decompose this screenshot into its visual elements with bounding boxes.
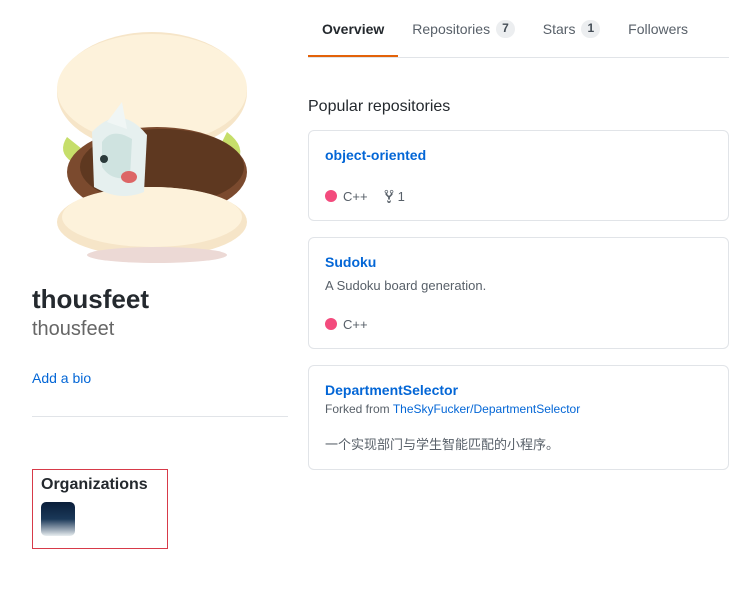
tab-overview[interactable]: Overview bbox=[308, 4, 398, 57]
repo-meta: C++ bbox=[325, 317, 712, 332]
language-dot-icon bbox=[325, 318, 337, 330]
repo-card: object-oriented C++ 1 bbox=[308, 130, 729, 221]
profile-avatar[interactable] bbox=[32, 7, 272, 267]
profile-tabs: Overview Repositories 7 Stars 1 Follower… bbox=[308, 4, 729, 58]
forks-count: 1 bbox=[398, 189, 405, 204]
popular-repos-list: object-oriented C++ 1 Sudoku A Sudoku bo… bbox=[308, 130, 729, 470]
repo-language: C++ bbox=[325, 317, 368, 332]
repo-name-link[interactable]: object-oriented bbox=[325, 147, 426, 163]
tab-stars[interactable]: Stars 1 bbox=[529, 4, 614, 57]
organizations-block: Organizations bbox=[32, 469, 168, 549]
repo-meta: C++ 1 bbox=[325, 189, 712, 204]
fork-icon bbox=[384, 189, 394, 203]
organizations-heading: Organizations bbox=[41, 476, 159, 494]
tab-label: Stars bbox=[543, 21, 576, 37]
language-label: C++ bbox=[343, 317, 368, 332]
popular-repos-heading: Popular repositories bbox=[308, 98, 729, 116]
repo-card: DepartmentSelector Forked from TheSkyFuc… bbox=[308, 365, 729, 470]
repositories-count-badge: 7 bbox=[496, 20, 515, 38]
language-label: C++ bbox=[343, 189, 368, 204]
repo-description: 一个实现部门与学生智能匹配的小程序。 bbox=[325, 434, 712, 453]
repo-language: C++ bbox=[325, 189, 368, 204]
tab-followers[interactable]: Followers bbox=[614, 4, 702, 57]
repo-name-link[interactable]: Sudoku bbox=[325, 254, 376, 270]
stars-count-badge: 1 bbox=[581, 20, 600, 38]
add-bio-link[interactable]: Add a bio bbox=[32, 370, 91, 386]
divider bbox=[32, 416, 288, 417]
forked-from-link[interactable]: TheSkyFucker/DepartmentSelector bbox=[393, 402, 580, 416]
tab-label: Followers bbox=[628, 21, 688, 37]
name-block: thousfeet thousfeet bbox=[32, 283, 288, 342]
profile-sidebar: thousfeet thousfeet Add a bio Organizati… bbox=[32, 0, 288, 549]
repo-name-link[interactable]: DepartmentSelector bbox=[325, 382, 458, 398]
organization-avatar[interactable] bbox=[41, 502, 75, 536]
tab-repositories[interactable]: Repositories 7 bbox=[398, 4, 529, 57]
repo-description: A Sudoku board generation. bbox=[325, 278, 712, 293]
username: thousfeet bbox=[32, 316, 288, 342]
display-name: thousfeet bbox=[32, 283, 288, 316]
main-content: Overview Repositories 7 Stars 1 Follower… bbox=[308, 0, 729, 549]
language-dot-icon bbox=[325, 190, 337, 202]
repo-forks[interactable]: 1 bbox=[384, 189, 405, 204]
forked-from-text: Forked from bbox=[325, 402, 393, 416]
repo-forked-from: Forked from TheSkyFucker/DepartmentSelec… bbox=[325, 402, 712, 416]
tab-label: Repositories bbox=[412, 21, 490, 37]
repo-card: Sudoku A Sudoku board generation. C++ bbox=[308, 237, 729, 349]
tab-label: Overview bbox=[322, 21, 384, 37]
